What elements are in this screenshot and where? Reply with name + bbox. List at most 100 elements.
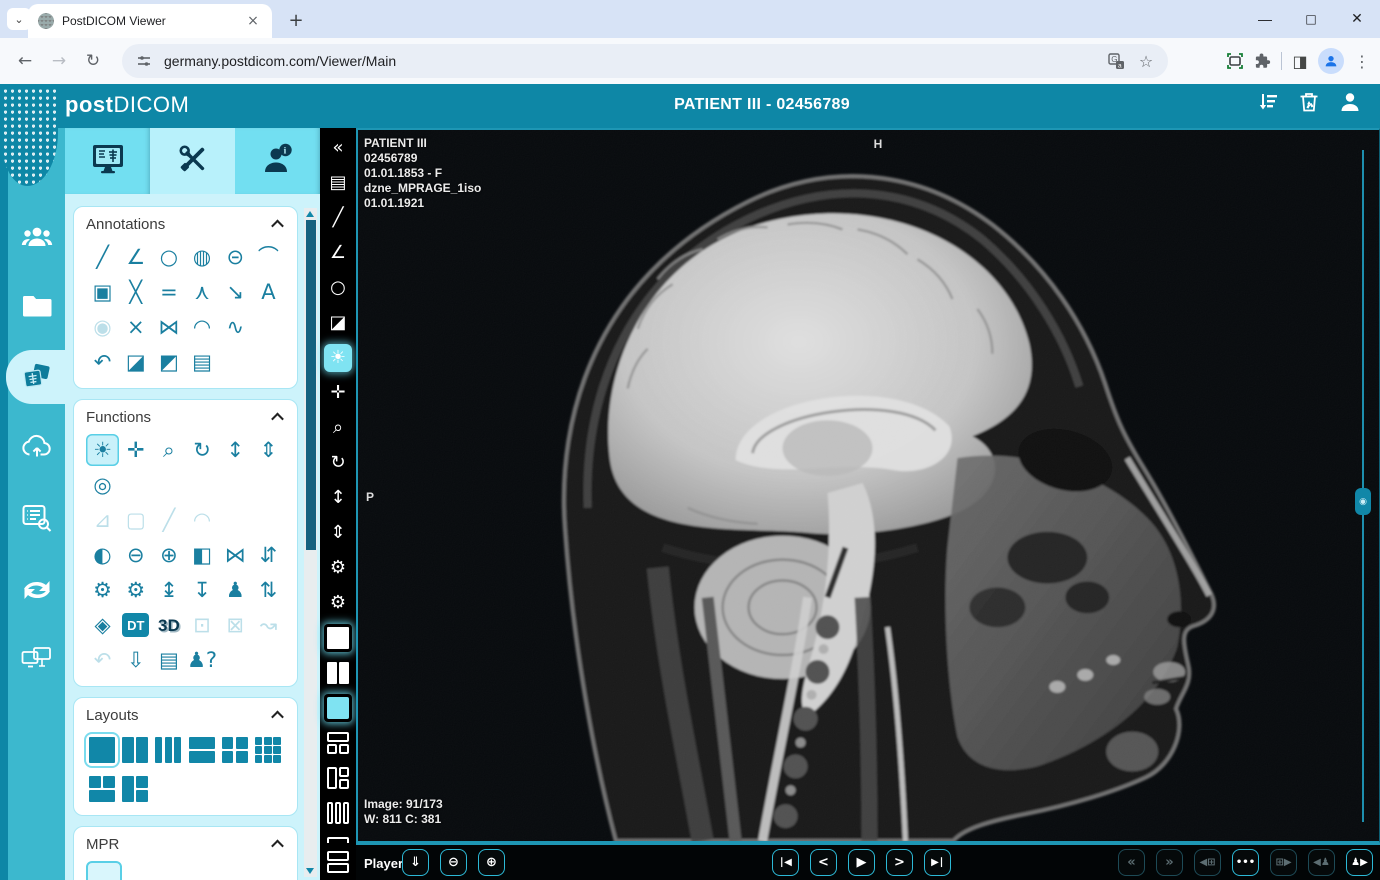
tool-save-annotations[interactable]: ▤ (186, 346, 219, 378)
player-prev-study-button[interactable]: « (1118, 849, 1145, 876)
window-minimize-button[interactable]: — (1242, 0, 1288, 38)
tool-spline-wave[interactable]: ∿ (219, 311, 252, 343)
tool-sort-order[interactable]: ⇅ (252, 574, 285, 606)
toolbar-eraser[interactable]: ◪ (324, 309, 352, 337)
tool-circle[interactable]: ○ (152, 241, 185, 273)
tool-scroll[interactable]: ↕ (219, 434, 252, 466)
tool-zoom-out[interactable]: ⊖ (119, 539, 152, 571)
sidebar-item-sync[interactable] (8, 566, 65, 614)
tool-anonymize[interactable]: ♟? (186, 644, 219, 676)
sidebar-item-viewer-images[interactable] (6, 350, 65, 404)
back-button[interactable]: ← (8, 44, 42, 78)
toolbar-scroll-images[interactable]: ↕ (324, 484, 352, 512)
tool-window-histogram[interactable]: ⊿ (86, 504, 119, 536)
player-last-image-button[interactable]: ▶∣ (924, 849, 951, 876)
toolbar-layout-1left-2right[interactable] (324, 764, 352, 792)
layout-1x3[interactable] (152, 734, 184, 766)
tab-patient-info[interactable]: i (235, 128, 320, 194)
tool-oblique[interactable]: ⊠ (219, 609, 252, 641)
tool-parallel-lines[interactable]: = (152, 276, 185, 308)
tool-tag[interactable]: ◈ (86, 609, 119, 641)
player-prev-image-button[interactable]: < (810, 849, 837, 876)
player-next-patient-button[interactable]: ♟▶ (1346, 849, 1373, 876)
tool-rotate-cw[interactable]: ⚙ (119, 574, 152, 606)
profile-avatar[interactable] (1318, 48, 1344, 74)
player-auto-scroll-button[interactable]: ⇓ (402, 849, 429, 876)
tool-erase-all[interactable]: ◩ (152, 346, 185, 378)
sidebar-item-share-view[interactable] (8, 634, 65, 682)
tool-volume-3d[interactable]: 3D (152, 609, 185, 641)
tab-close-icon[interactable]: × (244, 13, 262, 29)
annotations-header[interactable]: Annotations (86, 216, 285, 233)
player-speed-down-button[interactable]: ⊖ (440, 849, 467, 876)
bookmark-star-icon[interactable]: ☆ (1136, 51, 1156, 71)
new-tab-button[interactable]: + (284, 8, 308, 32)
toolbar-rotate-settings[interactable]: ⚙ (324, 554, 352, 582)
functions-header[interactable]: Functions (86, 409, 285, 426)
address-bar[interactable]: germany.postdicom.com/Viewer/Main G a ☆ (122, 44, 1168, 78)
scroll-down-icon[interactable] (306, 868, 314, 874)
toolbar-magnify[interactable]: ⌕ (324, 414, 352, 442)
tool-region-window[interactable]: ▢ (119, 504, 152, 536)
player-next-series-button[interactable]: ⊞▶ (1270, 849, 1297, 876)
screenshot-frame-icon[interactable] (1225, 51, 1245, 71)
tool-magnify[interactable]: ⌕ (152, 434, 185, 466)
tool-curved-mpr[interactable]: ↝ (252, 609, 285, 641)
tool-export-image[interactable]: ⇩ (119, 644, 152, 676)
tool-ellipse[interactable]: ⊝ (219, 241, 252, 273)
player-prev-series-button[interactable]: ◀⊞ (1194, 849, 1221, 876)
sort-queue-icon[interactable] (1256, 90, 1280, 114)
tool-fit-height[interactable]: ↨ (152, 574, 185, 606)
player-series-browser-button[interactable]: ••• (1232, 849, 1259, 876)
panel-scrollbar[interactable] (304, 208, 317, 877)
tool-polyline[interactable]: ⋏ (186, 276, 219, 308)
collapse-chevron-icon[interactable] (271, 413, 284, 426)
side-panel-icon[interactable]: ◨ (1290, 51, 1310, 71)
toolbar-ruler[interactable]: ╱ (324, 204, 352, 232)
tool-bone-window[interactable]: ╱ (152, 504, 185, 536)
toolbar-angle[interactable]: ∠ (324, 239, 352, 267)
player-next-study-button[interactable]: » (1156, 849, 1183, 876)
tool-angle[interactable]: ∠ (119, 241, 152, 273)
toolbar-layout-3col[interactable] (324, 799, 352, 827)
toolbar-layout-2row[interactable] (324, 850, 352, 874)
tab-viewer[interactable] (65, 128, 150, 194)
tool-actual-size[interactable]: ↧ (186, 574, 219, 606)
toolbar-series-layout-1x1[interactable] (324, 694, 352, 722)
tool-pan[interactable]: ✛ (119, 434, 152, 466)
collapse-chevron-icon[interactable] (271, 840, 284, 853)
player-first-image-button[interactable]: ∣◀ (772, 849, 799, 876)
tool-closed-region[interactable]: ◠ (186, 311, 219, 343)
reload-button[interactable]: ↻ (76, 44, 110, 78)
tool-probe-point[interactable]: ◉ (86, 311, 119, 343)
browser-tab[interactable]: PostDICOM Viewer × (28, 4, 272, 38)
collapse-chevron-icon[interactable] (271, 220, 284, 233)
tool-dicom-tags[interactable]: DT (119, 609, 152, 641)
mpr-thumbnail[interactable] (86, 861, 122, 880)
tool-text[interactable]: A (252, 276, 285, 308)
tool-stack-scroll[interactable]: ⇕ (252, 434, 285, 466)
translate-icon[interactable]: G a (1106, 51, 1126, 71)
tool-rectangle[interactable]: ▣ (86, 276, 119, 308)
tool-undo[interactable]: ↶ (86, 346, 119, 378)
tool-undo-function[interactable]: ↶ (86, 644, 119, 676)
toolbar-pan[interactable]: ✛ (324, 379, 352, 407)
tool-flip-vertical[interactable]: ⇵ (252, 539, 285, 571)
toolbar-ellipse[interactable]: ○ (324, 274, 352, 302)
toolbar-layout-1top-2bottom[interactable] (324, 729, 352, 757)
tool-cobb-angle[interactable]: ⋈ (152, 311, 185, 343)
tool-reference-point[interactable]: ◎ (86, 469, 119, 501)
window-close-button[interactable]: ✕ (1334, 0, 1380, 38)
sidebar-item-patients[interactable] (8, 214, 65, 262)
tool-arrow[interactable]: ↘ (219, 276, 252, 308)
scroll-up-icon[interactable] (306, 211, 314, 217)
account-icon[interactable] (1338, 90, 1362, 114)
tool-zoom-in[interactable]: ⊕ (152, 539, 185, 571)
sidebar-item-folders[interactable] (8, 282, 65, 330)
sidebar-item-cloud-upload[interactable] (8, 422, 65, 470)
layout-1x1[interactable] (86, 734, 118, 766)
collapse-chevron-icon[interactable] (271, 711, 284, 724)
tool-save-image[interactable]: ▤ (152, 644, 185, 676)
toolbar-rotate-window[interactable]: ⚙ (324, 589, 352, 617)
mpr-header[interactable]: MPR (86, 836, 285, 853)
